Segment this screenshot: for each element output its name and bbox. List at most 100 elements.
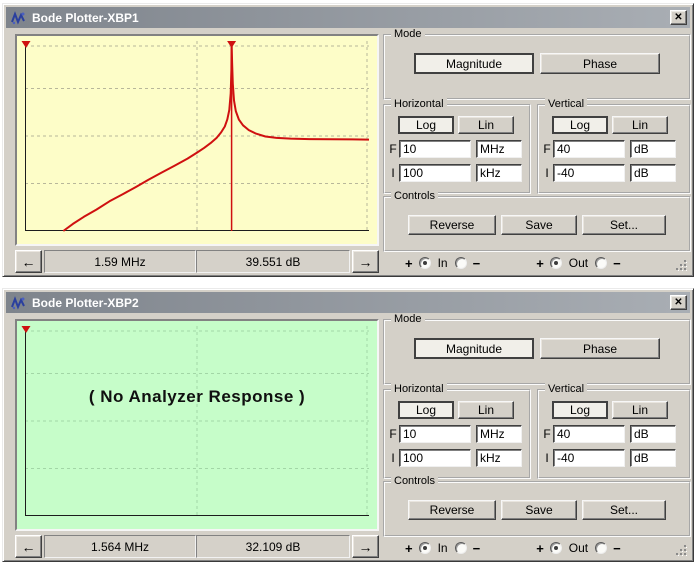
readout-bar: ← 1.564 MHz 32.109 dB → xyxy=(15,535,379,558)
controls-groupbox: Controls Reverse Save Set... xyxy=(383,196,691,252)
controls-label: Controls xyxy=(391,190,438,202)
arrow-right-icon: → xyxy=(359,254,373,270)
cursor-triangle-icon[interactable] xyxy=(227,41,236,48)
horizontal-f-label: F xyxy=(387,142,399,156)
in-plus-radio[interactable] xyxy=(419,257,431,269)
bode-plot-svg-xbp2 xyxy=(25,326,369,516)
cursor-left-button[interactable]: ← xyxy=(15,250,42,273)
horizontal-f-input[interactable] xyxy=(399,140,471,158)
vertical-groupbox: Vertical Log Lin F dB I dB xyxy=(537,104,691,194)
mode-groupbox: Mode Magnitude Phase xyxy=(383,34,691,100)
phase-button[interactable]: Phase xyxy=(540,338,660,359)
left-cursor-triangle-icon[interactable] xyxy=(22,41,31,48)
vertical-i-input[interactable] xyxy=(553,449,625,467)
out-minus-radio[interactable] xyxy=(595,542,607,554)
horizontal-f-unit: MHz xyxy=(476,425,522,443)
mode-label: Mode xyxy=(391,28,425,40)
close-icon[interactable]: ✕ xyxy=(670,295,687,310)
vertical-f-unit: dB xyxy=(630,140,676,158)
vertical-label: Vertical xyxy=(545,383,587,395)
horizontal-i-input[interactable] xyxy=(399,164,471,182)
controls-label: Controls xyxy=(391,475,438,487)
vertical-lin-button[interactable]: Lin xyxy=(612,116,668,134)
cursor-right-button[interactable]: → xyxy=(352,535,379,558)
horizontal-lin-button[interactable]: Lin xyxy=(458,116,514,134)
magnitude-button[interactable]: Magnitude xyxy=(414,338,534,359)
io-row: + In − + Out − xyxy=(383,254,673,272)
left-cursor-triangle-icon[interactable] xyxy=(22,326,31,333)
cursor-left-button[interactable]: ← xyxy=(15,535,42,558)
set-button[interactable]: Set... xyxy=(582,500,666,520)
arrow-left-icon: ← xyxy=(22,539,36,555)
out-minus-radio[interactable] xyxy=(595,257,607,269)
out-label: Out xyxy=(569,541,588,555)
vertical-i-label: I xyxy=(541,166,553,180)
vertical-i-input[interactable] xyxy=(553,164,625,182)
level-readout: 32.109 dB xyxy=(196,535,350,558)
out-plus-sign: + xyxy=(536,541,544,556)
horizontal-lin-button[interactable]: Lin xyxy=(458,401,514,419)
grid-lines xyxy=(25,41,369,231)
horizontal-i-input[interactable] xyxy=(399,449,471,467)
resize-grip[interactable] xyxy=(675,544,688,557)
reverse-button[interactable]: Reverse xyxy=(408,500,496,520)
horizontal-i-label: I xyxy=(387,451,399,465)
in-terminal-group: + In − xyxy=(405,541,480,556)
horizontal-log-button[interactable]: Log xyxy=(398,116,454,134)
horizontal-label: Horizontal xyxy=(391,98,447,110)
in-terminal-group: + In − xyxy=(405,256,480,271)
horizontal-f-input[interactable] xyxy=(399,425,471,443)
titlebar[interactable]: Bode Plotter-XBP2 ✕ xyxy=(6,292,690,313)
vertical-log-button[interactable]: Log xyxy=(552,401,608,419)
frequency-readout: 1.564 MHz xyxy=(44,535,196,558)
reverse-button[interactable]: Reverse xyxy=(408,215,496,235)
vertical-lin-button[interactable]: Lin xyxy=(612,401,668,419)
arrow-left-icon: ← xyxy=(22,254,36,270)
out-plus-radio[interactable] xyxy=(550,257,562,269)
io-row: + In − + Out − xyxy=(383,539,673,557)
vertical-i-label: I xyxy=(541,451,553,465)
mode-groupbox: Mode Magnitude Phase xyxy=(383,319,691,385)
vertical-log-button[interactable]: Log xyxy=(552,116,608,134)
resize-grip[interactable] xyxy=(675,259,688,272)
set-button[interactable]: Set... xyxy=(582,215,666,235)
out-plus-radio[interactable] xyxy=(550,542,562,554)
titlebar[interactable]: Bode Plotter-XBP1 ✕ xyxy=(6,7,690,28)
horizontal-i-unit: kHz xyxy=(476,449,522,467)
bode-plotter-window-xbp2: Bode Plotter-XBP2 ✕ ( No Analyz xyxy=(2,288,694,562)
plot-axes xyxy=(25,41,369,231)
save-button[interactable]: Save xyxy=(501,500,577,520)
phase-button[interactable]: Phase xyxy=(540,53,660,74)
vertical-f-input[interactable] xyxy=(553,425,625,443)
horizontal-groupbox: Horizontal Log Lin F MHz I kHz xyxy=(383,389,531,479)
out-minus-sign: − xyxy=(613,256,621,271)
bode-plot-svg-xbp1 xyxy=(25,41,369,231)
vertical-f-unit: dB xyxy=(630,425,676,443)
magnitude-button[interactable]: Magnitude xyxy=(414,53,534,74)
plot-area: ( No Analyzer Response ) xyxy=(17,321,377,529)
plot-panel: ( No Analyzer Response ) xyxy=(15,319,379,531)
out-terminal-group: + Out − xyxy=(536,541,621,556)
save-button[interactable]: Save xyxy=(501,215,577,235)
horizontal-log-button[interactable]: Log xyxy=(398,401,454,419)
in-minus-sign: − xyxy=(473,256,481,271)
vertical-i-unit: dB xyxy=(630,164,676,182)
horizontal-i-label: I xyxy=(387,166,399,180)
in-plus-sign: + xyxy=(405,256,413,271)
plot-panel xyxy=(15,34,379,246)
vertical-f-input[interactable] xyxy=(553,140,625,158)
horizontal-f-unit: MHz xyxy=(476,140,522,158)
close-icon[interactable]: ✕ xyxy=(670,10,687,25)
cursor-right-button[interactable]: → xyxy=(352,250,379,273)
in-plus-radio[interactable] xyxy=(419,542,431,554)
in-minus-radio[interactable] xyxy=(455,257,467,269)
level-readout: 39.551 dB xyxy=(196,250,350,273)
in-label: In xyxy=(438,541,448,555)
no-analyzer-response-message: ( No Analyzer Response ) xyxy=(17,387,377,407)
out-minus-sign: − xyxy=(613,541,621,556)
readout-bar: ← 1.59 MHz 39.551 dB → xyxy=(15,250,379,273)
in-minus-radio[interactable] xyxy=(455,542,467,554)
grid-lines xyxy=(25,326,369,516)
out-plus-sign: + xyxy=(536,256,544,271)
vertical-groupbox: Vertical Log Lin F dB I dB xyxy=(537,389,691,479)
